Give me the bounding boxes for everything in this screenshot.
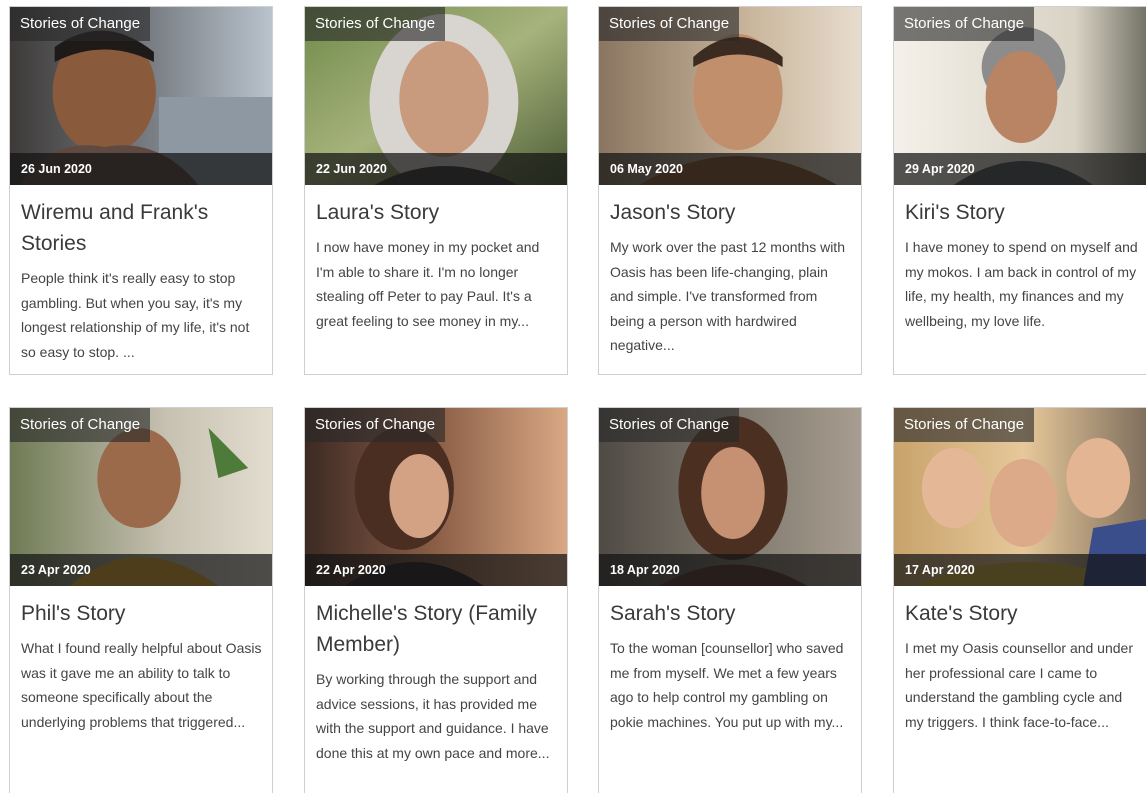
story-date: 18 Apr 2020 (599, 554, 861, 586)
story-card-kate[interactable]: Stories of Change 17 Apr 2020 Kate's Sto… (893, 407, 1146, 793)
story-date: 22 Apr 2020 (305, 554, 567, 586)
story-card-michelle[interactable]: Stories of Change 22 Apr 2020 Michelle's… (304, 407, 568, 793)
story-title[interactable]: Kate's Story (905, 598, 1143, 629)
category-tag: Stories of Change (10, 408, 151, 442)
category-tag: Stories of Change (894, 408, 1035, 442)
story-excerpt: My work over the past 12 months with Oas… (610, 239, 845, 353)
story-photo[interactable]: Stories of Change 17 Apr 2020 (894, 408, 1146, 586)
story-date: 06 May 2020 (599, 153, 861, 185)
story-card-laura[interactable]: Stories of Change 22 Jun 2020 Laura's St… (304, 6, 568, 375)
category-tag: Stories of Change (599, 7, 740, 41)
story-excerpt: To the woman [counsellor] who saved me f… (610, 640, 844, 730)
story-card-phil[interactable]: Stories of Change 23 Apr 2020 Phil's Sto… (9, 407, 273, 793)
story-excerpt: I met my Oasis counsellor and under her … (905, 640, 1133, 730)
story-photo[interactable]: Stories of Change 22 Jun 2020 (305, 7, 567, 185)
story-photo[interactable]: Stories of Change 23 Apr 2020 (10, 408, 272, 586)
story-excerpt: I now have money in my pocket and I'm ab… (316, 239, 540, 329)
story-title[interactable]: Sarah's Story (610, 598, 851, 629)
story-card-wiremu-frank[interactable]: Stories of Change 26 Jun 2020 Wiremu and… (9, 6, 273, 375)
category-tag: Stories of Change (599, 408, 740, 442)
story-card-jason[interactable]: Stories of Change 06 May 2020 Jason's St… (598, 6, 862, 375)
category-tag: Stories of Change (10, 7, 151, 41)
stories-grid: Stories of Change 26 Jun 2020 Wiremu and… (0, 0, 1146, 793)
story-title[interactable]: Jason's Story (610, 197, 851, 228)
story-photo[interactable]: Stories of Change 22 Apr 2020 (305, 408, 567, 586)
story-excerpt: What I found really helpful about Oasis … (21, 640, 262, 730)
story-date: 26 Jun 2020 (10, 153, 272, 185)
story-title[interactable]: Laura's Story (316, 197, 557, 228)
story-photo[interactable]: Stories of Change 18 Apr 2020 (599, 408, 861, 586)
story-title[interactable]: Phil's Story (21, 598, 262, 629)
story-excerpt: People think it's really easy to stop ga… (21, 270, 250, 360)
story-title[interactable]: Wiremu and Frank's Stories (21, 197, 262, 259)
story-photo[interactable]: Stories of Change 26 Jun 2020 (10, 7, 272, 185)
story-title[interactable]: Kiri's Story (905, 197, 1143, 228)
category-tag: Stories of Change (305, 408, 446, 442)
story-date: 23 Apr 2020 (10, 554, 272, 586)
story-date: 22 Jun 2020 (305, 153, 567, 185)
story-excerpt: By working through the support and advic… (316, 671, 550, 761)
category-tag: Stories of Change (894, 7, 1035, 41)
story-date: 17 Apr 2020 (894, 554, 1146, 586)
story-excerpt: I have money to spend on myself and my m… (905, 239, 1138, 329)
story-date: 29 Apr 2020 (894, 153, 1146, 185)
story-card-kiri[interactable]: Stories of Change 29 Apr 2020 Kiri's Sto… (893, 6, 1146, 375)
story-photo[interactable]: Stories of Change 29 Apr 2020 (894, 7, 1146, 185)
story-photo[interactable]: Stories of Change 06 May 2020 (599, 7, 861, 185)
category-tag: Stories of Change (305, 7, 446, 41)
story-title[interactable]: Michelle's Story (Family Member) (316, 598, 557, 660)
story-card-sarah[interactable]: Stories of Change 18 Apr 2020 Sarah's St… (598, 407, 862, 793)
